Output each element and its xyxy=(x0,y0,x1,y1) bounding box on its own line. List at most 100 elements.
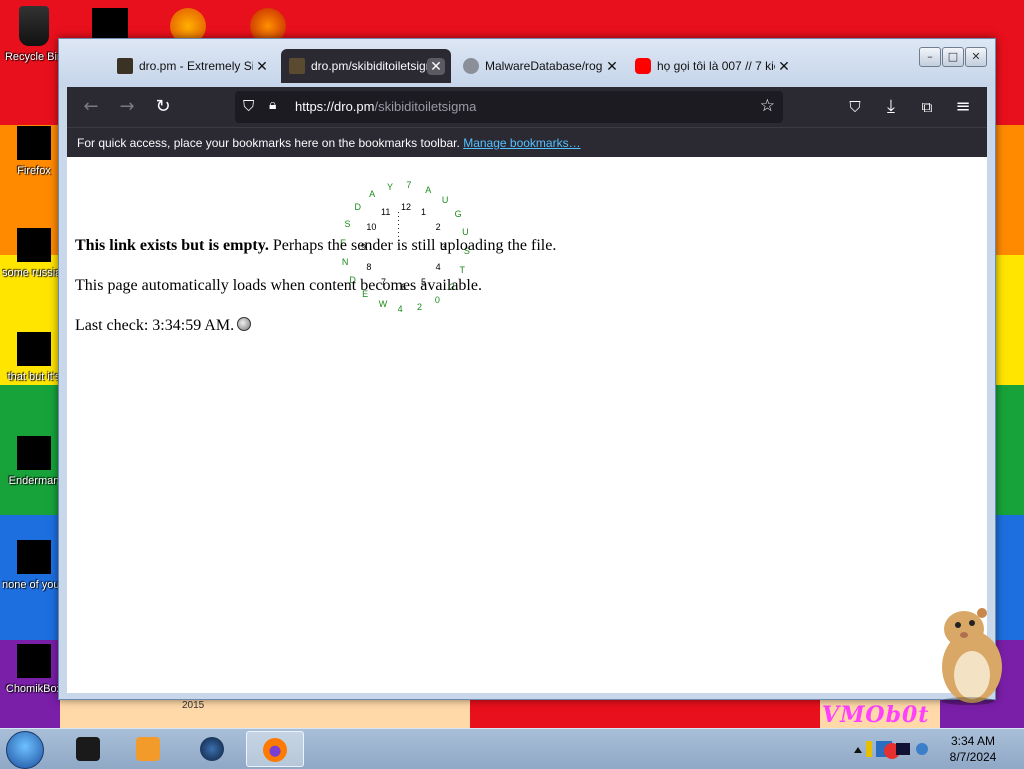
start-button[interactable] xyxy=(6,731,44,769)
app-icon xyxy=(200,737,224,761)
tab-title: dro.pm/skibiditoiletsigma xyxy=(311,59,427,73)
clock-date-letter: Y xyxy=(387,181,394,192)
file-icon xyxy=(17,436,51,470)
reload-button[interactable]: ↻ xyxy=(151,95,175,119)
last-check: Last check: 3:34:59 AM. xyxy=(75,317,252,335)
shield-icon[interactable]: ⛉ xyxy=(243,97,254,115)
tab-youtube[interactable]: họ gọi tôi là 007 // 7 kiểu ✕ xyxy=(627,49,799,83)
media-player-icon xyxy=(136,737,160,761)
url-text: https://dro.pm/skibiditoiletsigma xyxy=(295,99,476,114)
maximize-button[interactable]: □ xyxy=(942,47,964,67)
clock-date-letter: T xyxy=(459,265,465,276)
clock-date-letter: W xyxy=(378,299,388,310)
clock-date-letter: 2 xyxy=(416,302,422,313)
taskbar-app-1[interactable] xyxy=(60,731,116,767)
tab-strip: dro.pm - Extremely Simple ✕ dro.pm/skibi… xyxy=(59,39,995,87)
clock-number: 8 xyxy=(366,262,372,272)
extensions-icon[interactable]: ⧉ xyxy=(915,95,939,119)
desktop-icon-label: Firefox xyxy=(17,165,51,177)
clock-date-letter: D xyxy=(354,202,362,213)
loading-spinner-icon xyxy=(237,317,252,331)
wallpaper-year: 2015 xyxy=(182,700,205,711)
hamster-image xyxy=(942,608,1002,705)
clock-number: 4 xyxy=(435,262,441,272)
clock-date-letter: 4 xyxy=(397,303,403,314)
file-icon xyxy=(17,332,51,366)
empty-link-rest: Perhaps the sender is still uploading th… xyxy=(268,237,557,254)
minimize-button[interactable]: – xyxy=(919,47,941,67)
app-icon xyxy=(76,737,100,761)
clock-date-letter: N xyxy=(341,256,349,267)
tab-skibidi[interactable]: dro.pm/skibiditoiletsigma ✕ xyxy=(281,49,451,83)
forward-button[interactable]: → xyxy=(115,95,139,119)
menu-icon[interactable]: ≡ xyxy=(951,95,975,119)
github-icon xyxy=(463,58,479,74)
file-icon xyxy=(17,228,51,262)
desktop-icon-that-but[interactable]: that but it's xyxy=(2,332,66,384)
taskbar-media-player[interactable] xyxy=(120,731,176,767)
dro-favicon-icon xyxy=(289,58,305,74)
desktop-icon-none-of-you[interactable]: none of you retards know xyxy=(2,540,66,592)
close-tab-icon[interactable]: ✕ xyxy=(253,58,271,75)
desktop-icon-label: that but it's xyxy=(7,371,61,383)
clock-number: 2 xyxy=(435,222,441,232)
youtube-icon xyxy=(635,58,651,74)
taskbar: 3:34 AM 8/7/2024 xyxy=(0,728,1024,769)
lock-icon[interactable]: 🔒︎ xyxy=(269,97,276,113)
clock-date-letter: U xyxy=(441,194,449,205)
chomikbox-icon xyxy=(17,644,51,678)
last-check-text: Last check: 3:34:59 AM. xyxy=(75,317,235,334)
firefox-icon xyxy=(263,738,287,762)
clock-number: 12 xyxy=(401,202,412,212)
system-tray[interactable] xyxy=(852,737,932,761)
bookmarks-toolbar: For quick access, place your bookmarks h… xyxy=(67,127,987,157)
tray-time: 3:34 AM xyxy=(950,734,996,748)
wallpaper-signature: VMOb0t xyxy=(822,702,930,728)
back-button[interactable]: ← xyxy=(79,95,103,119)
taskbar-firefox[interactable] xyxy=(246,731,304,767)
close-tab-icon[interactable]: ✕ xyxy=(775,58,793,75)
dro-favicon-icon xyxy=(117,58,133,74)
taskbar-app-3[interactable] xyxy=(184,731,240,767)
clock-date-letter: A xyxy=(425,184,432,195)
desktop-icon-label: none of you retards know xyxy=(2,579,66,591)
auto-load-message: This page automatically loads when conte… xyxy=(75,277,482,294)
clock-number: 10 xyxy=(366,222,377,232)
tray-clock[interactable]: 3:34 AM 8/7/2024 xyxy=(940,733,1006,765)
desktop-icon-chomikbox[interactable]: ChomikBox xyxy=(2,644,66,696)
desktop-icon-recycle-bin[interactable]: Recycle Bin xyxy=(2,6,66,64)
url-path: /skibiditoiletsigma xyxy=(374,99,477,114)
nav-toolbar: ← → ↻ ⛉ 🔒︎ https://dro.pm/skibiditoilets… xyxy=(67,87,987,127)
bookmarks-hint-text: For quick access, place your bookmarks h… xyxy=(77,136,460,150)
desktop-icon-label: some russian ran a rat xyxy=(2,267,66,279)
url-bar[interactable]: ⛉ 🔒︎ https://dro.pm/skibiditoiletsigma ☆ xyxy=(235,91,783,123)
tab-malware-database[interactable]: MalwareDatabase/rogue ✕ xyxy=(455,49,627,83)
empty-link-message: This link exists but is empty. Perhaps t… xyxy=(75,237,556,255)
tab-dro-pm[interactable]: dro.pm - Extremely Simple ✕ xyxy=(109,49,277,83)
clock-date-letter: U xyxy=(462,227,469,237)
page-content: 12 1 2 3 4 5 6 7 8 9 10 11 A U G U S T 2 0 2 4 W E D N E S D A Y 7 · · · · ·… xyxy=(67,157,987,693)
desktop-icon-enderman[interactable]: Enderman xyxy=(2,436,66,488)
close-tab-icon[interactable]: ✕ xyxy=(603,58,621,75)
bookmark-star-icon[interactable]: ☆ xyxy=(760,96,775,116)
desktop-icon-rat[interactable]: some russian ran a rat xyxy=(2,228,66,280)
desktop-icon-label: Recycle Bin xyxy=(4,51,64,63)
clock-date-letter: A xyxy=(369,189,376,200)
clock-date-letter: 7 xyxy=(406,180,412,191)
bookmarks-hint: For quick access, place your bookmarks h… xyxy=(77,136,581,150)
tab-title: dro.pm - Extremely Simple xyxy=(139,59,253,73)
close-tab-icon[interactable]: ✕ xyxy=(427,57,445,75)
recycle-bin-icon xyxy=(19,6,49,46)
clock-date-letter: 0 xyxy=(434,294,440,305)
downloads-icon[interactable]: ⤓ xyxy=(879,95,903,119)
close-window-button[interactable]: ✕ xyxy=(965,47,987,67)
tab-title: họ gọi tôi là 007 // 7 kiểu xyxy=(657,59,775,73)
file-icon xyxy=(17,540,51,574)
clock-number: 11 xyxy=(381,207,391,218)
firefox-window: dro.pm - Extremely Simple ✕ dro.pm/skibi… xyxy=(58,38,996,700)
manage-bookmarks-link[interactable]: Manage bookmarks… xyxy=(463,136,580,150)
desktop-icon-label: Enderman xyxy=(8,475,60,487)
pocket-icon[interactable]: ⛉ xyxy=(843,95,867,119)
desktop-icon-firefox[interactable]: Firefox xyxy=(2,126,66,178)
clock-date-letter: S xyxy=(344,218,351,229)
